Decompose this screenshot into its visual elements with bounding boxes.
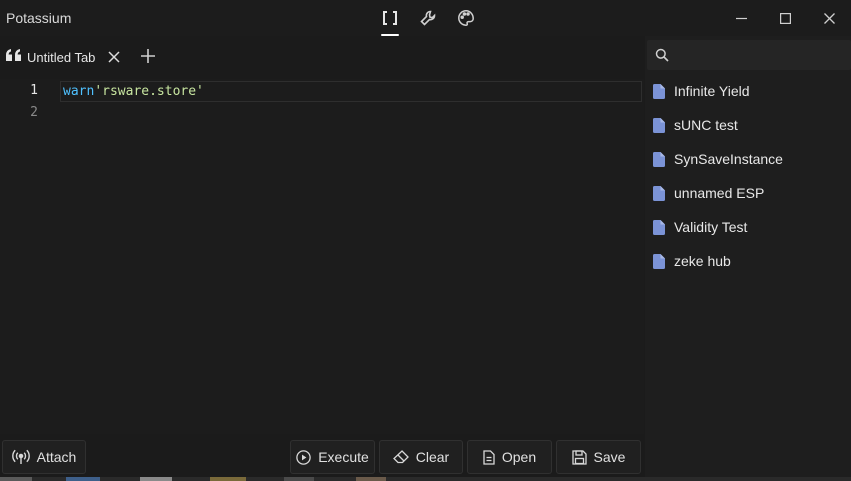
document-icon bbox=[483, 449, 495, 465]
quote-icon bbox=[6, 47, 24, 68]
open-button[interactable]: Open bbox=[467, 440, 552, 474]
script-label: SynSaveInstance bbox=[674, 151, 783, 167]
eraser-icon bbox=[392, 450, 409, 464]
save-label: Save bbox=[593, 449, 626, 465]
file-icon bbox=[653, 117, 665, 133]
script-label: unnamed ESP bbox=[674, 185, 765, 201]
tab-bar: Untitled Tab bbox=[0, 38, 640, 76]
execute-label: Execute bbox=[318, 449, 369, 465]
active-code-line[interactable]: warn'rsware.store' bbox=[60, 81, 642, 102]
code-keyword: warn bbox=[63, 84, 95, 99]
open-label: Open bbox=[501, 449, 537, 465]
title-bar: Potassium bbox=[0, 0, 851, 36]
script-label: Infinite Yield bbox=[674, 83, 750, 99]
script-item[interactable]: zeke hub bbox=[653, 249, 731, 273]
palette-icon[interactable] bbox=[454, 6, 478, 30]
search-icon bbox=[655, 48, 669, 62]
broadcast-icon bbox=[11, 449, 30, 464]
window-controls bbox=[719, 0, 851, 36]
search-input[interactable] bbox=[675, 40, 849, 72]
script-item[interactable]: SynSaveInstance bbox=[653, 147, 783, 171]
top-toolbar bbox=[378, 6, 478, 36]
floppy-disk-icon bbox=[571, 449, 587, 465]
close-tab-icon[interactable] bbox=[106, 49, 122, 65]
action-bar: Attach Execute Clear Open Save bbox=[0, 440, 644, 476]
close-window-icon[interactable] bbox=[807, 0, 851, 36]
attach-label: Attach bbox=[36, 449, 77, 465]
clear-label: Clear bbox=[415, 449, 450, 465]
line-number: 2 bbox=[30, 105, 38, 120]
code-string: 'rsware.store' bbox=[94, 84, 204, 99]
file-icon bbox=[653, 185, 665, 201]
script-item[interactable]: unnamed ESP bbox=[653, 181, 764, 205]
script-sidebar: Infinite Yield sUNC test SynSaveInstance… bbox=[645, 36, 851, 481]
wrench-icon[interactable] bbox=[416, 6, 440, 30]
line-number: 1 bbox=[30, 83, 38, 98]
app-title: Potassium bbox=[6, 10, 72, 26]
script-label: Validity Test bbox=[674, 219, 748, 235]
brackets-icon[interactable] bbox=[378, 6, 402, 36]
code-editor[interactable]: 1 2 warn'rsware.store' bbox=[0, 79, 644, 434]
taskbar-strip bbox=[0, 477, 851, 481]
file-icon bbox=[653, 253, 665, 269]
execute-button[interactable]: Execute bbox=[290, 440, 375, 474]
script-label: sUNC test bbox=[674, 117, 738, 133]
clear-button[interactable]: Clear bbox=[379, 440, 463, 474]
code-text: warn'rsware.store' bbox=[63, 84, 204, 99]
play-icon bbox=[296, 449, 311, 465]
attach-button[interactable]: Attach bbox=[2, 440, 86, 474]
script-item[interactable]: Validity Test bbox=[653, 215, 747, 239]
maximize-icon[interactable] bbox=[763, 0, 807, 36]
script-label: zeke hub bbox=[674, 253, 731, 269]
minimize-icon[interactable] bbox=[719, 0, 763, 36]
tab-label: Untitled Tab bbox=[27, 49, 96, 65]
file-icon bbox=[653, 219, 665, 235]
script-item[interactable]: sUNC test bbox=[653, 113, 738, 137]
add-tab-icon[interactable] bbox=[139, 47, 157, 65]
save-button[interactable]: Save bbox=[556, 440, 641, 474]
search-box[interactable] bbox=[647, 40, 851, 72]
script-item[interactable]: Infinite Yield bbox=[653, 79, 750, 103]
file-icon bbox=[653, 151, 665, 167]
file-icon bbox=[653, 83, 665, 99]
